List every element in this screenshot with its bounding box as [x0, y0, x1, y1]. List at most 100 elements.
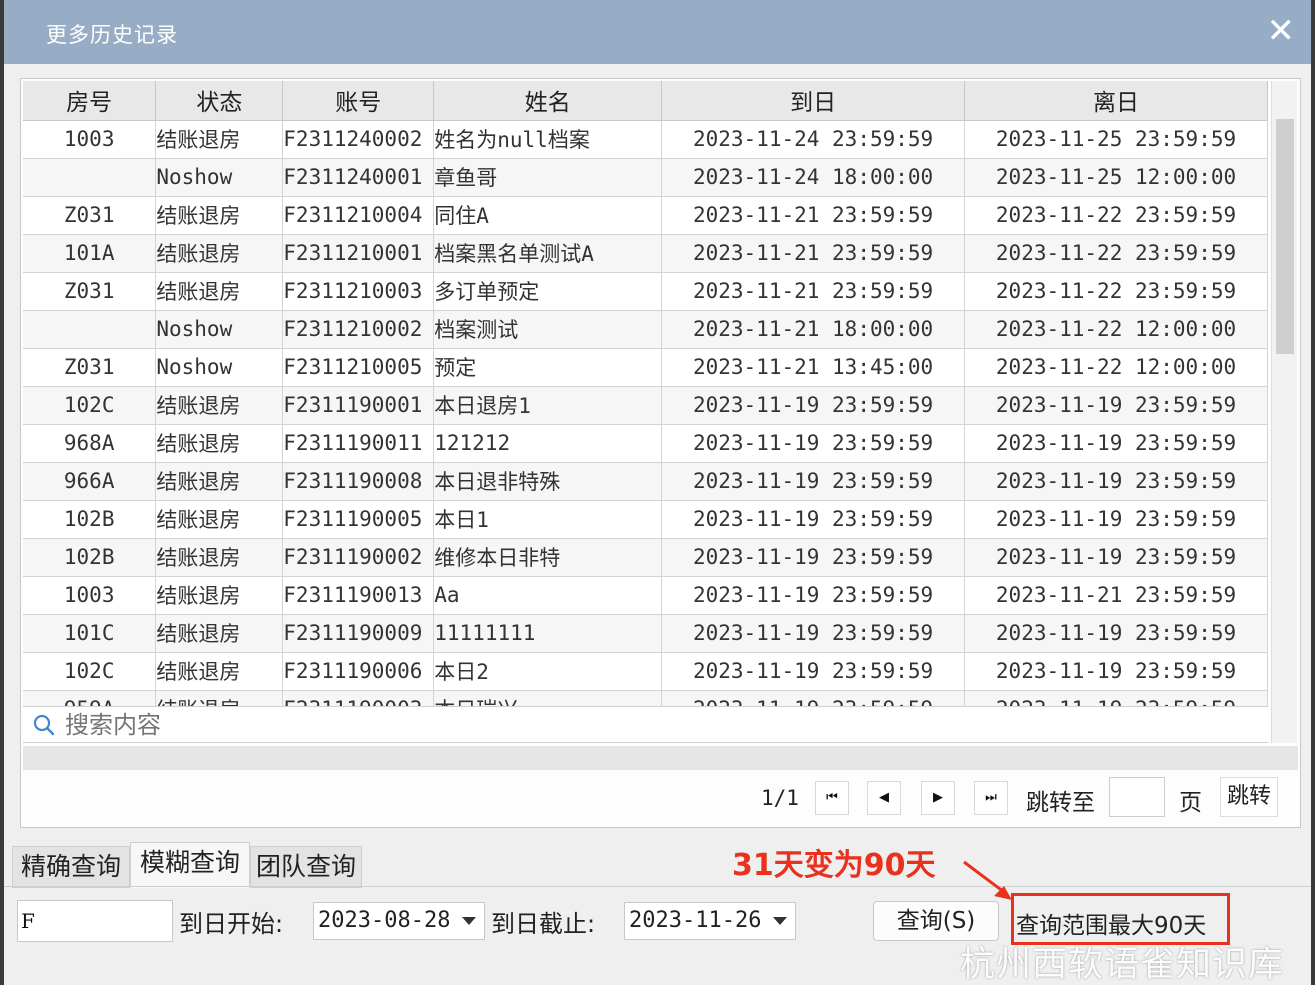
- tab-fuzzy-query[interactable]: 模糊查询: [130, 842, 250, 888]
- keyword-input[interactable]: F: [17, 900, 173, 942]
- room-cell: 102B: [23, 500, 157, 539]
- arrival-cell: 2023-11-21 13:45:00: [661, 348, 966, 387]
- table-row[interactable]: 1003 结账退房 F2311240002 姓名为null档案 2023-11-24 2…: [23, 120, 1268, 159]
- query-button[interactable]: 查询(S): [873, 901, 999, 941]
- name-cell: 121212: [433, 424, 663, 463]
- annotation-arrow-icon: [963, 860, 1012, 900]
- departure-cell: 2023-11-22 23:59:59: [964, 234, 1268, 273]
- arrival-cell: 2023-11-19 23:59:59: [661, 652, 966, 691]
- departure-cell: 2023-11-22 23:59:59: [964, 272, 1268, 311]
- jump-label: 跳转至: [1026, 790, 1095, 816]
- horizontal-scrollbar[interactable]: [23, 746, 1298, 770]
- account-cell: F2311190009: [282, 614, 435, 653]
- arrival-cell: 2023-11-21 18:00:00: [661, 310, 966, 349]
- arrival-cell: 2023-11-21 23:59:59: [661, 234, 966, 273]
- room-cell: 102B: [23, 538, 157, 577]
- last-page-icon[interactable]: ⏭: [974, 781, 1008, 815]
- search-input[interactable]: [65, 711, 965, 739]
- room-cell: 101A: [23, 234, 157, 273]
- vertical-scrollbar[interactable]: [1271, 81, 1297, 743]
- account-cell: F2311190001: [282, 386, 435, 425]
- arrival-cell: 2023-11-24 23:59:59: [661, 120, 966, 159]
- history-grid: 房号 状态 账号 姓名 到日 离日 1003 结账退房 F2311240002 姓名为null档…: [20, 78, 1301, 828]
- account-cell: F2311210005: [282, 348, 435, 387]
- next-page-icon[interactable]: ▶: [921, 781, 955, 815]
- room-cell: 966A: [23, 462, 157, 501]
- jump-button[interactable]: 跳转: [1220, 777, 1278, 817]
- status-cell: Noshow: [155, 310, 284, 349]
- column-header[interactable]: 离日: [964, 81, 1268, 121]
- table-row[interactable]: Z031 Noshow F2311210005 预定 2023-11-21 13:45:…: [23, 348, 1268, 387]
- page-info: 1/1: [761, 786, 799, 810]
- start-date-value: 2023-08-28: [318, 908, 451, 933]
- end-date-select[interactable]: 2023-11-26: [624, 902, 796, 940]
- table-row[interactable]: Noshow F2311210002 档案测试 2023-11-21 18:00:00…: [23, 310, 1268, 349]
- departure-cell: 2023-11-22 12:00:00: [964, 310, 1268, 349]
- name-cell: 档案黑名单测试A: [433, 234, 663, 273]
- table-row[interactable]: 102B 结账退房 F2311190002 维修本日非特 2023-11-19 23:5…: [23, 538, 1268, 577]
- end-date-label: 到日截止:: [491, 910, 596, 938]
- name-cell: 章鱼哥: [433, 158, 663, 197]
- room-cell: 102C: [23, 652, 157, 691]
- title-bar[interactable]: 更多历史记录 ✕: [4, 0, 1311, 64]
- name-cell: 本日1: [433, 500, 663, 539]
- status-cell: 结账退房: [155, 120, 284, 159]
- chevron-down-icon: [462, 917, 476, 925]
- account-cell: F2311190011: [282, 424, 435, 463]
- departure-cell: 2023-11-21 23:59:59: [964, 576, 1268, 615]
- room-cell: 1003: [23, 576, 157, 615]
- table-row[interactable]: 102C 结账退房 F2311190006 本日2 2023-11-19 23:59:5…: [23, 652, 1268, 691]
- name-cell: 同住A: [433, 196, 663, 235]
- arrival-cell: 2023-11-24 18:00:00: [661, 158, 966, 197]
- status-cell: 结账退房: [155, 424, 284, 463]
- dialog-title: 更多历史记录: [46, 23, 178, 47]
- arrival-cell: 2023-11-19 23:59:59: [661, 386, 966, 425]
- end-date-value: 2023-11-26: [629, 908, 762, 933]
- name-cell: 本日2: [433, 652, 663, 691]
- table-row[interactable]: 102B 结账退房 F2311190005 本日1 2023-11-19 23:59:5…: [23, 500, 1268, 539]
- tab-group-query[interactable]: 团队查询: [250, 846, 362, 888]
- table-row[interactable]: Noshow F2311240001 章鱼哥 2023-11-24 18:00:00 2…: [23, 158, 1268, 197]
- name-cell: 本日退非特殊: [433, 462, 663, 501]
- column-header[interactable]: 到日: [661, 81, 966, 121]
- column-header[interactable]: 房号: [23, 81, 157, 121]
- prev-page-icon[interactable]: ◀: [867, 781, 901, 815]
- table-row[interactable]: 102C 结账退房 F2311190001 本日退房1 2023-11-19 23:59…: [23, 386, 1268, 425]
- column-header[interactable]: 账号: [282, 81, 435, 121]
- start-date-label: 到日开始:: [179, 910, 284, 938]
- table-row[interactable]: 101C 结账退房 F2311190009 11111111 2023-11-19 23…: [23, 614, 1268, 653]
- arrival-cell: 2023-11-19 23:59:59: [661, 576, 966, 615]
- tab-exact-query[interactable]: 精确查询: [12, 846, 130, 888]
- page-number-input[interactable]: [1109, 777, 1165, 817]
- table-body: 1003 结账退房 F2311240002 姓名为null档案 2023-11-24 2…: [23, 120, 1268, 729]
- status-cell: 结账退房: [155, 272, 284, 311]
- chevron-down-icon: [773, 917, 787, 925]
- scroll-thumb[interactable]: [1276, 119, 1294, 354]
- column-header[interactable]: 状态: [155, 81, 284, 121]
- close-icon[interactable]: ✕: [1267, 14, 1296, 48]
- table-row[interactable]: 1003 结账退房 F2311190013 Aa 2023-11-19 23:59:59…: [23, 576, 1268, 615]
- table-row[interactable]: 966A 结账退房 F2311190008 本日退非特殊 2023-11-19 23:5…: [23, 462, 1268, 501]
- room-cell: 101C: [23, 614, 157, 653]
- first-page-icon[interactable]: ⏮: [815, 781, 849, 815]
- status-cell: 结账退房: [155, 538, 284, 577]
- name-cell: 预定: [433, 348, 663, 387]
- table-row[interactable]: Z031 结账退房 F2311210004 同住A 2023-11-21 23:59:5…: [23, 196, 1268, 235]
- column-header[interactable]: 姓名: [433, 81, 663, 121]
- departure-cell: 2023-11-19 23:59:59: [964, 386, 1268, 425]
- room-cell: Z031: [23, 272, 157, 311]
- start-date-select[interactable]: 2023-08-28: [313, 902, 485, 940]
- status-cell: 结账退房: [155, 462, 284, 501]
- arrival-cell: 2023-11-19 23:59:59: [661, 500, 966, 539]
- annotation-text: 31天变为90天: [732, 848, 936, 883]
- account-cell: F2311190006: [282, 652, 435, 691]
- status-cell: Noshow: [155, 158, 284, 197]
- arrival-cell: 2023-11-19 23:59:59: [661, 462, 966, 501]
- table-row[interactable]: 968A 结账退房 F2311190011 121212 2023-11-19 23:5…: [23, 424, 1268, 463]
- departure-cell: 2023-11-22 12:00:00: [964, 348, 1268, 387]
- table-row[interactable]: 101A 结账退房 F2311210001 档案黑名单测试A 2023-11-21 23…: [23, 234, 1268, 273]
- page-suffix: 页: [1179, 790, 1202, 816]
- room-cell: 102C: [23, 386, 157, 425]
- table-row[interactable]: Z031 结账退房 F2311210003 多订单预定 2023-11-21 23:59…: [23, 272, 1268, 311]
- header-row: 房号 状态 账号 姓名 到日 离日: [23, 81, 1268, 121]
